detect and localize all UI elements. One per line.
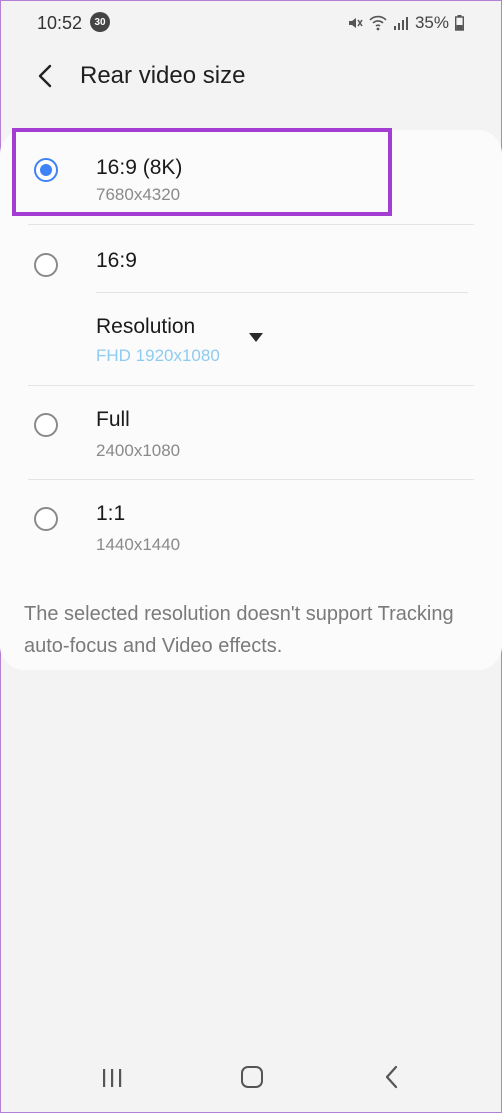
page-title: Rear video size	[80, 62, 246, 89]
mute-icon	[347, 15, 363, 31]
selection-highlight	[12, 128, 392, 216]
recent-apps-icon[interactable]	[100, 1068, 124, 1088]
info-note: The selected resolution doesn't support …	[24, 603, 454, 657]
option-title: 1:1	[96, 502, 126, 525]
back-nav-icon[interactable]	[380, 1064, 404, 1090]
resolution-value: FHD 1920x1080	[96, 346, 220, 365]
resolution-label: Resolution	[96, 315, 196, 338]
home-icon[interactable]	[241, 1066, 263, 1088]
option-title: Full	[96, 408, 130, 431]
radio-unselected[interactable]	[34, 253, 58, 277]
option-title: 16:9	[96, 249, 137, 272]
wifi-icon	[369, 15, 387, 31]
status-icons: 35%	[347, 13, 464, 33]
battery-level: 35%	[414, 13, 449, 32]
notification-badge: 30	[90, 12, 110, 32]
status-bar: 10:52 30 35%	[0, 0, 502, 48]
radio-unselected[interactable]	[34, 507, 58, 531]
navigation-bar	[0, 1050, 502, 1110]
back-arrow-icon[interactable]	[30, 60, 62, 92]
option-full[interactable]: Full 2400x1080	[0, 386, 502, 480]
battery-icon	[455, 15, 464, 31]
radio-unselected[interactable]	[34, 413, 58, 437]
divider	[96, 292, 468, 293]
signal-icon	[393, 15, 409, 31]
option-subtitle: 2400x1080	[96, 441, 181, 460]
option-subtitle: 1440x1440	[96, 535, 181, 554]
option-1-1[interactable]: 1:1 1440x1440	[0, 480, 502, 574]
dropdown-arrow-icon[interactable]	[249, 333, 263, 342]
status-time: 10:52	[37, 13, 83, 33]
